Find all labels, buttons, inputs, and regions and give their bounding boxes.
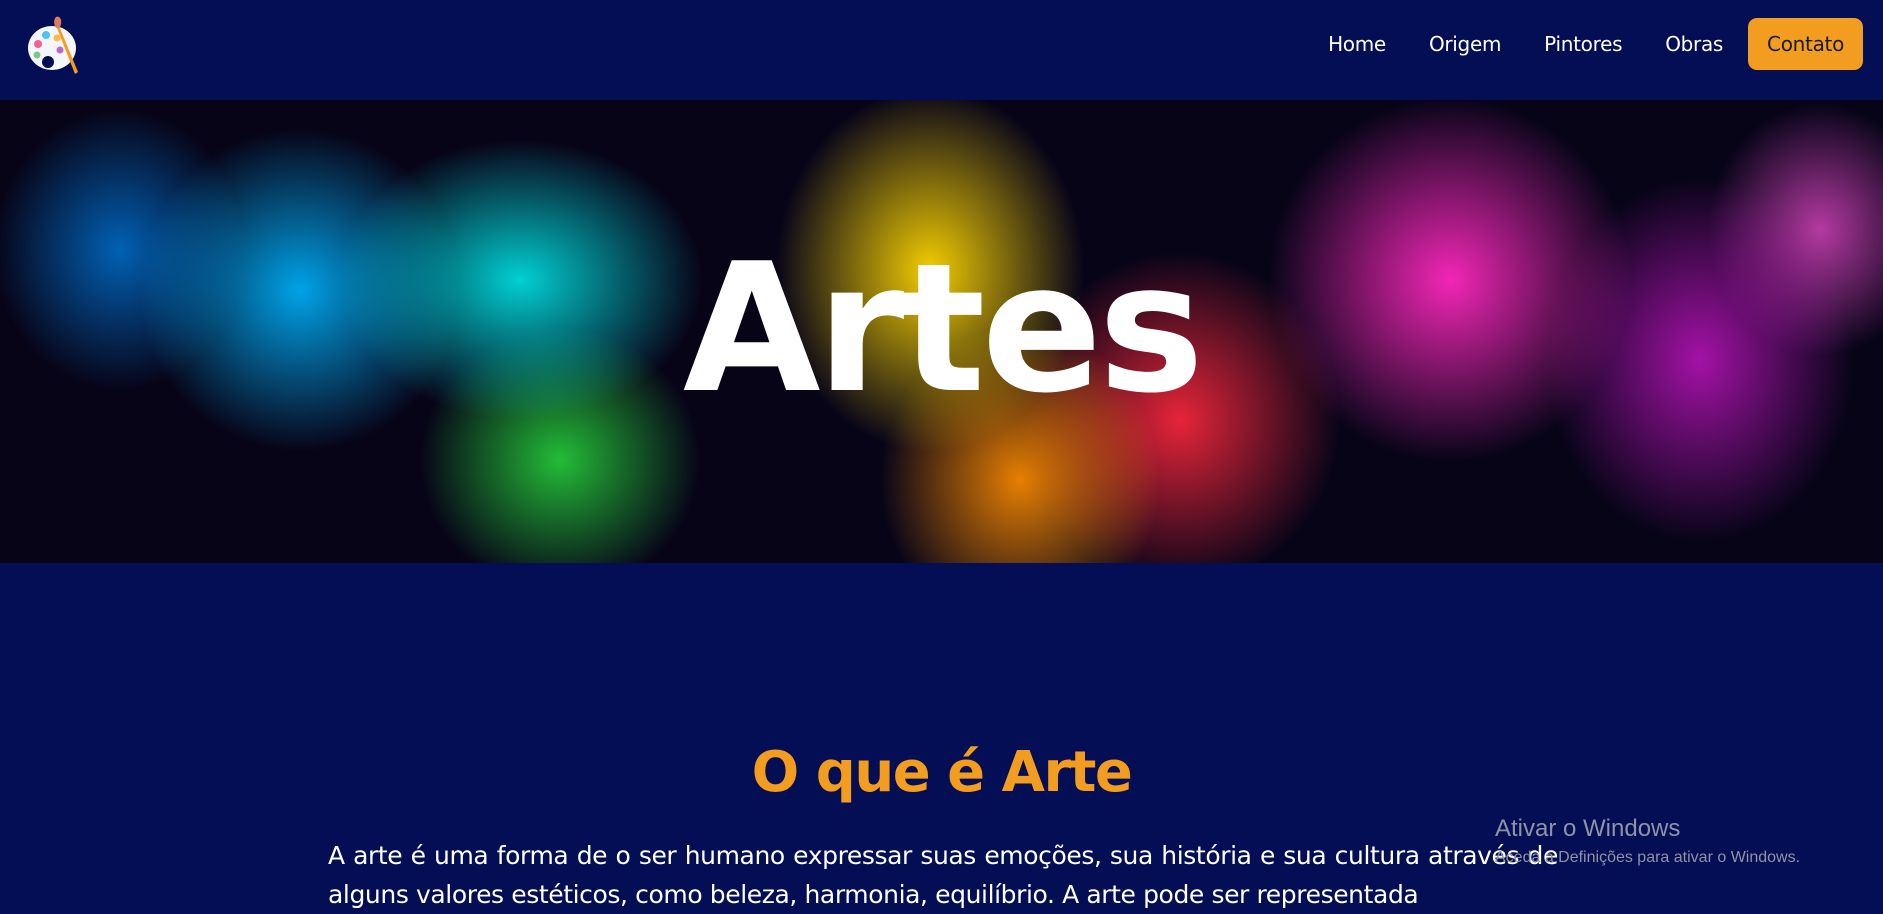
nav-pintores-link[interactable]: Pintores: [1544, 32, 1622, 56]
windows-activation-watermark: Ativar o Windows Aceda a Definições para…: [1495, 815, 1800, 867]
nav-home-link[interactable]: Home: [1328, 32, 1386, 56]
palette-icon[interactable]: [26, 12, 84, 76]
watermark-subtitle: Aceda a Definições para ativar o Windows…: [1495, 849, 1801, 866]
contact-button[interactable]: Contato: [1748, 18, 1863, 70]
section-paragraph: A arte é uma forma de o ser humano expre…: [328, 841, 1558, 909]
hero-banner: Artes: [0, 100, 1883, 563]
main-nav: Home Origem Pintores Obras Contato: [1285, 18, 1863, 70]
nav-origem-link[interactable]: Origem: [1429, 32, 1502, 56]
hero-title: Artes: [682, 225, 1204, 432]
navbar: Home Origem Pintores Obras Contato: [0, 0, 1883, 100]
nav-obras-link[interactable]: Obras: [1665, 32, 1723, 56]
watermark-title: Ativar o Windows: [1495, 815, 1681, 842]
section-title: O que é Arte: [751, 740, 1133, 805]
